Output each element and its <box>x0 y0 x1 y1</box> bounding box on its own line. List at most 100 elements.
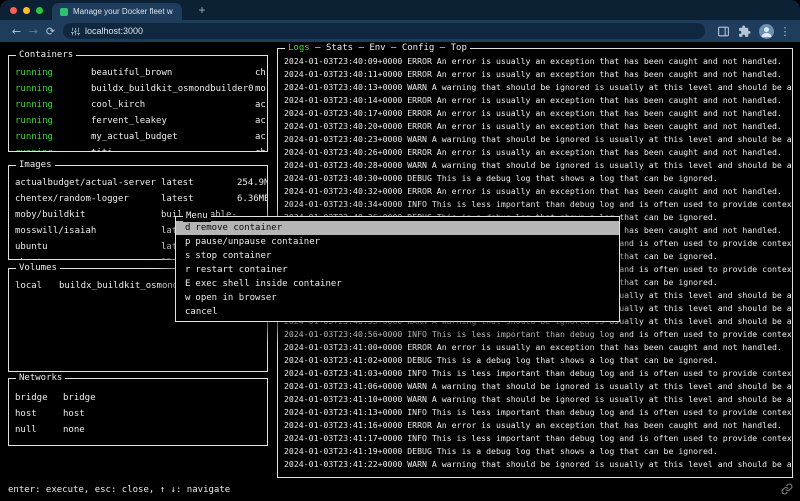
window-zoom-button[interactable] <box>36 7 43 14</box>
back-icon[interactable]: ← <box>8 25 25 38</box>
log-line: 2024-01-03T23:40:56+0000 INFO This is le… <box>284 328 792 341</box>
menu-item[interactable]: cancel <box>176 305 619 319</box>
image-name: actualbudget/actual-server <box>15 175 161 191</box>
site-settings-icon <box>71 27 80 36</box>
window-close-button[interactable] <box>10 7 17 14</box>
menu-title: Menu <box>183 210 211 222</box>
tab-title: Manage your Docker fleet w <box>73 7 173 16</box>
menu-item-label: restart container <box>195 265 287 275</box>
menu-item-label: stop container <box>195 251 271 261</box>
menu-item[interactable]: p pause/unpause container <box>176 235 619 249</box>
log-line: 2024-01-03T23:40:34+0000 INFO This is le… <box>284 198 792 211</box>
person-icon <box>759 24 774 39</box>
container-row[interactable]: running beautiful_brown ch <box>9 65 267 81</box>
log-line: 2024-01-03T23:40:09+0000 ERROR An error … <box>284 55 792 68</box>
container-action-menu: Menu dremove container ppause/unpause co… <box>175 216 620 322</box>
log-line: 2024-01-03T23:41:19+0000 DEBUG This is a… <box>284 445 792 458</box>
menu-item[interactable]: s stop container <box>176 249 619 263</box>
log-line: 2024-01-03T23:40:13+0000 WARN A warning … <box>284 81 792 94</box>
image-row[interactable]: actualbudget/actual-server latest 254.9M… <box>9 175 267 191</box>
log-line: 2024-01-03T23:40:23+0000 WARN A warning … <box>284 133 792 146</box>
image-tag: latest <box>161 191 237 207</box>
menu-item[interactable]: rrestart container <box>176 263 619 277</box>
log-line: 2024-01-03T23:40:14+0000 ERROR An error … <box>284 94 792 107</box>
reload-icon[interactable]: ⟳ <box>42 25 59 38</box>
log-tab[interactable]: Config — <box>402 42 451 54</box>
forward-icon[interactable]: → <box>25 25 42 38</box>
menu-item-key: E <box>185 279 190 289</box>
menu-item[interactable]: Eexec shell inside container <box>176 277 619 291</box>
log-line: 2024-01-03T23:41:03+0000 INFO This is le… <box>284 367 792 380</box>
url-text: localhost:3000 <box>85 26 143 36</box>
browser-window: Manage your Docker fleet w + ← → ⟳ local… <box>0 0 800 501</box>
menu-item[interactable]: dremove container <box>176 221 619 235</box>
log-line: 2024-01-03T23:41:22+0000 WARN A warning … <box>284 458 792 471</box>
tab-favicon-icon <box>60 8 68 16</box>
menu-item-label: cancel <box>185 307 218 317</box>
browser-menu-icon[interactable]: ⋮ <box>778 25 792 38</box>
menu-item-key: s <box>185 251 190 261</box>
log-tab[interactable]: Logs — <box>288 42 326 54</box>
log-tab[interactable]: Top — <box>451 42 467 54</box>
network-row[interactable]: host host <box>9 406 267 422</box>
log-tab[interactable]: Stats — <box>326 42 369 54</box>
profile-avatar[interactable] <box>759 24 774 39</box>
browser-tab[interactable]: Manage your Docker fleet w <box>52 3 182 20</box>
log-line: 2024-01-03T23:41:06+0000 WARN A warning … <box>284 380 792 393</box>
container-image: mo <box>255 81 267 97</box>
image-name: chentex/random-logger <box>15 191 161 207</box>
menu-item-label: open in browser <box>195 293 276 303</box>
log-tab[interactable]: Env — <box>369 42 402 54</box>
images-panel-title: Images <box>16 159 55 171</box>
network-row[interactable]: null none <box>9 422 267 438</box>
container-name: fervent_leakey <box>91 113 255 129</box>
image-name: ubuntu <box>15 255 161 259</box>
log-line: 2024-01-03T23:41:02+0000 DEBUG This is a… <box>284 354 792 367</box>
network-name: bridge <box>15 390 63 406</box>
window-controls <box>0 7 43 14</box>
container-row[interactable]: running cool_kirch ac <box>9 97 267 113</box>
image-size: 6.36MB <box>237 191 267 207</box>
container-row[interactable]: running fervent_leakey ac <box>9 113 267 129</box>
connection-link-icon <box>781 483 793 495</box>
menu-item-key: d <box>185 223 190 233</box>
log-line: 2024-01-03T23:41:10+0000 WARN A warning … <box>284 393 792 406</box>
volume-driver: local <box>15 278 59 294</box>
container-state: running <box>15 129 91 145</box>
log-line: 2024-01-03T23:40:17+0000 ERROR An error … <box>284 107 792 120</box>
container-row[interactable]: running titi ch <box>9 145 267 151</box>
container-image: ch <box>255 145 267 151</box>
status-bar: enter: execute, esc: close, ↑ ↓: navigat… <box>8 485 230 495</box>
log-line: 2024-01-03T23:41:00+0000 ERROR An error … <box>284 341 792 354</box>
menu-item-label: pause/unpause container <box>195 237 320 247</box>
container-image: ch <box>255 65 267 81</box>
new-tab-button[interactable]: + <box>194 2 210 18</box>
container-state: running <box>15 65 91 81</box>
log-line: 2024-01-03T23:40:11+0000 ERROR An error … <box>284 68 792 81</box>
network-name: host <box>15 406 63 422</box>
isaiah-docker-app: Containers running beautiful_brown ch ru… <box>0 42 800 501</box>
network-row[interactable]: bridge bridge <box>9 390 267 406</box>
container-row[interactable]: running buildx_buildkit_osmondbuilder0 m… <box>9 81 267 97</box>
side-panel-icon[interactable] <box>717 25 730 38</box>
network-name: null <box>15 422 63 438</box>
menu-item[interactable]: w open in browser <box>176 291 619 305</box>
logs-panel-tabs: Logs — Stats — Env — Config — Top — <box>285 42 470 54</box>
network-driver: host <box>63 406 267 422</box>
browser-tab-strip: Manage your Docker fleet w + <box>0 0 800 20</box>
container-state: running <box>15 113 91 129</box>
log-line: 2024-01-03T23:40:26+0000 ERROR An error … <box>284 146 792 159</box>
extensions-puzzle-icon[interactable] <box>738 25 751 38</box>
menu-item-key: p <box>185 237 190 247</box>
log-line: 2024-01-03T23:40:30+0000 DEBUG This is a… <box>284 172 792 185</box>
address-bar[interactable]: localhost:3000 <box>63 23 705 39</box>
image-name: mosswill/isaiah <box>15 223 161 239</box>
networks-panel-title: Networks <box>16 372 65 384</box>
menu-item-key: w <box>185 293 190 303</box>
log-line: 2024-01-03T23:40:32+0000 ERROR An error … <box>284 185 792 198</box>
container-name: buildx_buildkit_osmondbuilder0 <box>91 81 255 97</box>
container-row[interactable]: running my_actual_budget ac <box>9 129 267 145</box>
window-minimize-button[interactable] <box>23 7 30 14</box>
image-row[interactable]: chentex/random-logger latest 6.36MB <box>9 191 267 207</box>
container-image: ac <box>255 113 267 129</box>
